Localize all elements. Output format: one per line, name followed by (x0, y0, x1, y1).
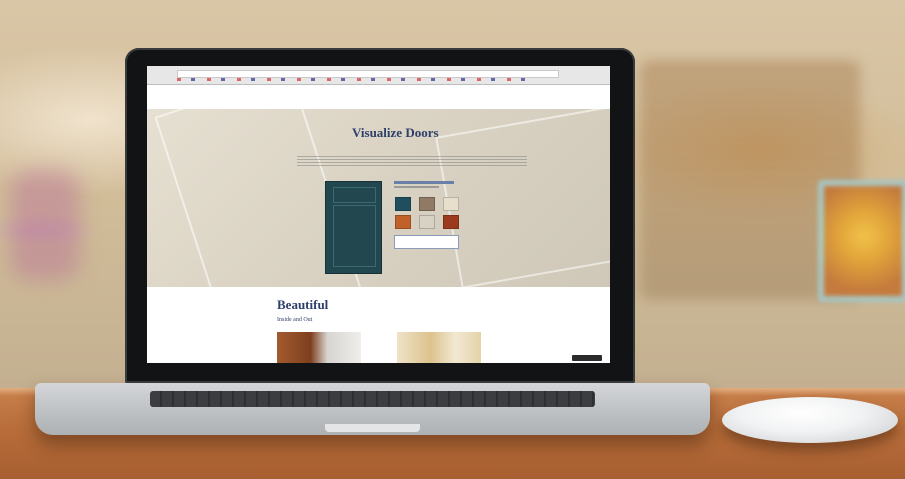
browser-address-bar[interactable] (177, 70, 559, 78)
section-subtitle: Inside and Out (277, 317, 313, 323)
color-swatch[interactable] (395, 215, 411, 229)
color-swatch[interactable] (443, 215, 459, 229)
kitchen-photo[interactable] (277, 332, 361, 363)
visualize-button[interactable] (394, 235, 459, 249)
blurred-background-object (10, 170, 80, 280)
browser-toolbar (147, 66, 610, 85)
section-title: Beautiful (277, 297, 329, 312)
swatch-heading (394, 181, 454, 184)
color-swatch[interactable] (419, 197, 435, 211)
color-swatch[interactable] (443, 197, 459, 211)
blurred-picture-frame (818, 180, 905, 302)
laptop-trackpad-lip (325, 424, 420, 432)
cabinet-door-preview (325, 181, 382, 274)
browser-bookmarks-bar[interactable] (177, 78, 537, 81)
color-swatch[interactable] (395, 197, 411, 211)
background-scene: Visualize Doors Beautiful Inside and Out (0, 0, 905, 479)
content-section: Beautiful Inside and Out (147, 287, 610, 363)
website-nav (147, 85, 610, 109)
swatch-subheading (394, 186, 439, 188)
laptop-keyboard (150, 391, 595, 407)
hero-body-text (297, 156, 527, 166)
laptop-screen: Visualize Doors Beautiful Inside and Out (147, 66, 610, 363)
chat-badge[interactable] (572, 355, 602, 361)
hero-title: Visualize Doors (352, 125, 439, 140)
door-panel-outline (435, 109, 610, 287)
door-bottom-panel (333, 205, 376, 267)
color-swatch[interactable] (419, 215, 435, 229)
wireless-mouse (722, 397, 898, 443)
kitchen-photo[interactable] (397, 332, 481, 363)
hero-banner: Visualize Doors (147, 109, 610, 287)
door-top-panel (333, 187, 376, 203)
